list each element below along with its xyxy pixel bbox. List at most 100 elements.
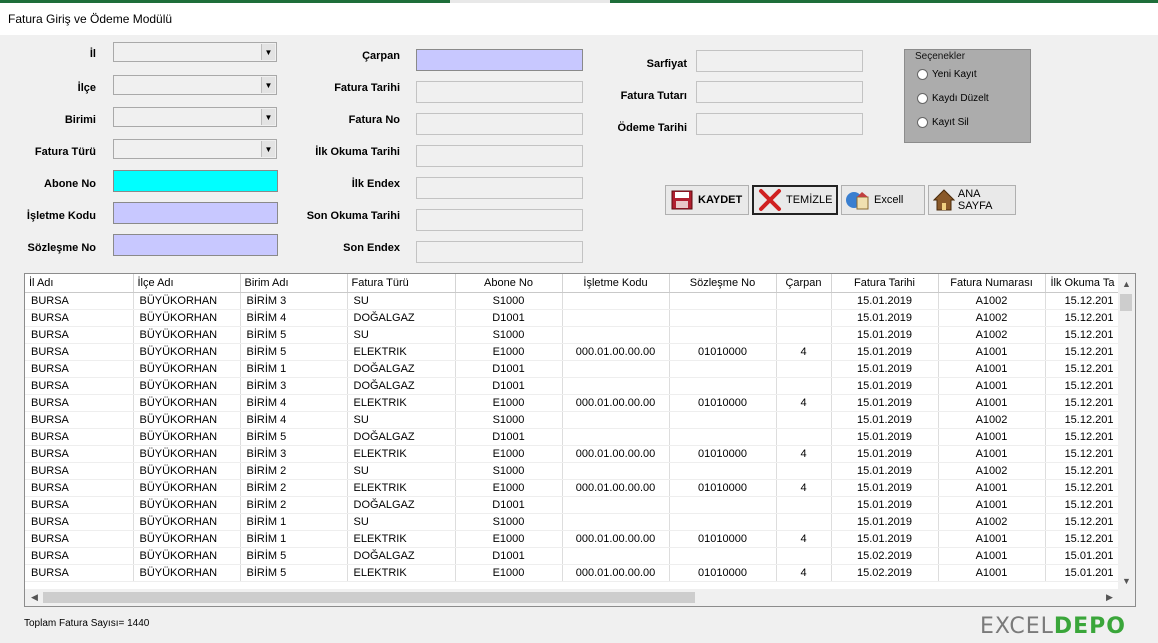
table-row[interactable]: BURSA BÜYÜKORHAN BİRİM 5 DOĞALGAZ D1001 15.01… [25,428,1121,446]
fatura-grid[interactable]: İl Adı İlçe Adı Birim Adı Fatura Türü Abone … [24,273,1136,607]
column-header[interactable]: Çarpan [776,274,832,293]
kayit-sil-radio[interactable]: Kayıt Sil [917,117,969,128]
fatura-no-label: Fatura No [348,114,400,126]
odeme-tarihi-input[interactable] [696,113,863,135]
table-row[interactable]: BURSA BÜYÜKORHAN BİRİM 5 ELEKTRIK E1000 000.0… [25,564,1121,582]
table-cell: BÜYÜKORHAN [133,326,241,344]
vertical-scrollbar[interactable]: ▲ ▼ [1118,274,1135,606]
ilk-okuma-tarihi-input[interactable] [416,145,583,167]
fatura-tutari-input[interactable] [696,81,863,103]
yeni-kayit-radio[interactable]: Yeni Kayıt [917,69,977,80]
table-row[interactable]: BURSA BÜYÜKORHAN BİRİM 2 DOĞALGAZ D1001 15.01… [25,496,1121,514]
radio-circle-icon[interactable] [917,69,928,80]
son-okuma-tarihi-input[interactable] [416,209,583,231]
table-cell: 15.12.201 [1045,530,1121,548]
sarfiyat-input[interactable] [696,50,863,72]
table-cell: 15.12.201 [1045,309,1121,327]
scroll-up-icon[interactable]: ▲ [1118,275,1135,292]
ilce-select[interactable]: ▼ [113,75,277,95]
isletme-kodu-input[interactable] [113,202,278,224]
table-row[interactable]: BURSA BÜYÜKORHAN BİRİM 2 SU S1000 15.01.2019 A… [25,462,1121,480]
odeme-tarihi-label: Ödeme Tarihi [617,122,687,134]
table-cell: A1002 [938,292,1046,310]
abone-no-input[interactable] [113,170,278,192]
sozlesme-no-input[interactable] [113,234,278,256]
kaydet-button[interactable]: KAYDET [665,185,749,215]
fatura-no-input[interactable] [416,113,583,135]
column-header[interactable]: Fatura Numarası [938,274,1046,293]
total-count-label: Toplam Fatura Sayısı= 1440 [24,618,150,629]
table-cell: BURSA [25,479,134,497]
column-header[interactable]: Fatura Tarihi [831,274,939,293]
table-cell: BÜYÜKORHAN [133,496,241,514]
fatura-turu-select[interactable]: ▼ [113,139,277,159]
table-row[interactable]: BURSA BÜYÜKORHAN BİRİM 2 ELEKTRIK E1000 000.0… [25,479,1121,497]
son-endex-input[interactable] [416,241,583,263]
chevron-down-icon[interactable]: ▼ [261,77,275,93]
horizontal-scrollbar[interactable]: ◀ ▶ [25,589,1118,606]
column-header[interactable]: İlçe Adı [133,274,241,293]
table-cell: DOĞALGAZ [347,496,456,514]
table-cell: 15.02.2019 [831,564,939,582]
table-cell [776,547,832,565]
table-cell: 15.01.2019 [831,462,939,480]
fatura-tarihi-input[interactable] [416,81,583,103]
column-header[interactable]: Sözleşme No [669,274,777,293]
table-cell: 000.01.00.00.00 [562,530,670,548]
scroll-right-icon[interactable]: ▶ [1101,589,1118,606]
table-row[interactable]: BURSA BÜYÜKORHAN BİRİM 4 ELEKTRIK E1000 000.0… [25,394,1121,412]
table-row[interactable]: BURSA BÜYÜKORHAN BİRİM 3 ELEKTRIK E1000 000.0… [25,445,1121,463]
table-cell: BİRİM 3 [240,292,348,310]
table-cell [776,326,832,344]
table-row[interactable]: BURSA BÜYÜKORHAN BİRİM 4 SU S1000 15.01.2019 A… [25,411,1121,429]
table-row[interactable]: BURSA BÜYÜKORHAN BİRİM 1 ELEKTRIK E1000 000.0… [25,530,1121,548]
table-row[interactable]: BURSA BÜYÜKORHAN BİRİM 5 DOĞALGAZ D1001 15.02… [25,547,1121,565]
table-row[interactable]: BURSA BÜYÜKORHAN BİRİM 4 DOĞALGAZ D1001 15.01… [25,309,1121,327]
carpan-input[interactable] [416,49,583,71]
ana-sayfa-button[interactable]: ANA SAYFA [928,185,1016,215]
table-cell [562,326,670,344]
table-row[interactable]: BURSA BÜYÜKORHAN BİRİM 1 DOĞALGAZ D1001 15.01… [25,360,1121,378]
table-cell: E1000 [455,394,563,412]
watermark-logo: EXCELDEPO [980,614,1127,639]
table-cell: DOĞALGAZ [347,377,456,395]
horizontal-scroll-thumb[interactable] [43,592,695,603]
excel-button[interactable]: Excell [841,185,925,215]
table-cell: BÜYÜKORHAN [133,547,241,565]
chevron-down-icon[interactable]: ▼ [261,109,275,125]
table-cell: 15.01.2019 [831,445,939,463]
table-cell: ELEKTRIK [347,479,456,497]
home-icon [932,187,957,213]
table-row[interactable]: BURSA BÜYÜKORHAN BİRİM 5 ELEKTRIK E1000 000.0… [25,343,1121,361]
ilk-endex-input[interactable] [416,177,583,199]
birimi-select[interactable]: ▼ [113,107,277,127]
column-header[interactable]: Fatura Türü [347,274,456,293]
table-row[interactable]: BURSA BÜYÜKORHAN BİRİM 1 SU S1000 15.01.2019 A… [25,513,1121,531]
table-row[interactable]: BURSA BÜYÜKORHAN BİRİM 5 SU S1000 15.01.2019 A… [25,326,1121,344]
table-cell [669,547,777,565]
column-header[interactable]: Birim Adı [240,274,348,293]
column-header[interactable]: İlk Okuma Ta [1045,274,1121,293]
scroll-down-icon[interactable]: ▼ [1118,572,1135,589]
table-cell [776,496,832,514]
fatura-tutari-label: Fatura Tutarı [620,90,687,102]
radio-circle-icon[interactable] [917,117,928,128]
carpan-label: Çarpan [362,50,400,62]
temizle-button[interactable]: TEMİZLE [752,185,838,215]
kayit-sil-label: Kayıt Sil [932,117,969,128]
table-cell: 01010000 [669,445,777,463]
column-header[interactable]: Abone No [455,274,563,293]
scroll-left-icon[interactable]: ◀ [26,589,43,606]
column-header[interactable]: İşletme Kodu [562,274,670,293]
table-cell [669,428,777,446]
column-header[interactable]: İl Adı [25,274,134,293]
vertical-scroll-thumb[interactable] [1120,294,1132,311]
chevron-down-icon[interactable]: ▼ [261,44,275,60]
radio-circle-icon[interactable] [917,93,928,104]
kaydi-duzelt-radio[interactable]: Kaydı Düzelt [917,93,989,104]
table-cell: D1001 [455,496,563,514]
table-row[interactable]: BURSA BÜYÜKORHAN BİRİM 3 DOĞALGAZ D1001 15.01… [25,377,1121,395]
il-select[interactable]: ▼ [113,42,277,62]
chevron-down-icon[interactable]: ▼ [261,141,275,157]
table-row[interactable]: BURSA BÜYÜKORHAN BİRİM 3 SU S1000 15.01.2019 A… [25,292,1121,310]
